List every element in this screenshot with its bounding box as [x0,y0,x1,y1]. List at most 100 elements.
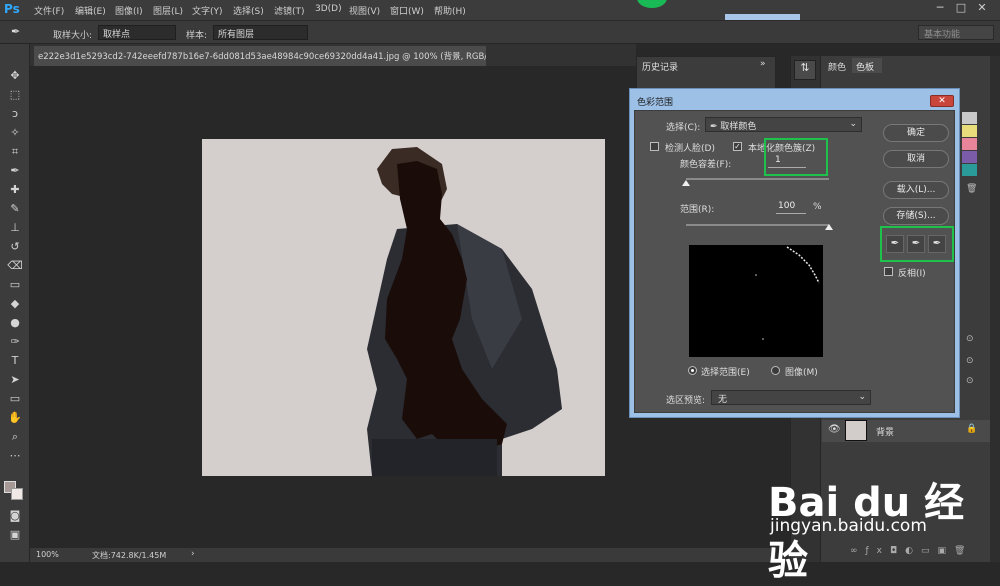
swatch[interactable] [962,112,977,124]
quick-mask-icon[interactable]: ◙ [7,508,23,523]
type-tool-icon[interactable]: T [7,353,23,368]
color-tab[interactable]: 颜色 [828,60,846,73]
path-select-icon[interactable]: ➤ [7,372,23,387]
sample-size-select[interactable]: 取样点 [98,25,176,40]
selection-preview-select[interactable]: 无 ⌄ [711,390,871,405]
eyedropper-subtract-icon[interactable]: ✒ [928,235,946,253]
fuzziness-slider[interactable] [686,178,829,180]
document-tab[interactable]: e222e3d1e5293cd2-742eeefd787b16e7-6dd081… [34,46,486,66]
save-button[interactable]: 存储(S)... [883,207,949,225]
gradient-tool-icon[interactable]: ▭ [7,277,23,292]
sample-size-label: 取样大小: [53,31,93,41]
swatches-tab[interactable]: 色板 [852,58,882,73]
selection-preview[interactable] [689,245,823,357]
panel-collapse-icon[interactable]: » [760,59,766,69]
document-info[interactable]: 文档:742.8K/1.45M [92,550,166,561]
localized-clusters-checkbox[interactable]: ✓ [733,142,742,151]
range-slider-handle[interactable] [825,224,833,230]
zoom-tool-icon[interactable]: ⌕ [7,429,23,444]
preview-selection-mask [689,245,823,357]
menu-select[interactable]: 选择(S) [233,4,264,17]
fuzziness-slider-handle[interactable] [682,180,690,186]
menu-view[interactable]: 视图(V) [349,4,380,17]
dialog-close-button[interactable]: ✕ [930,95,954,107]
sample-select[interactable]: 所有图层 [213,25,308,40]
background-color-swatch[interactable] [11,488,23,500]
menu-image[interactable]: 图像(I) [115,4,143,17]
more-tools-icon[interactable]: ⋯ [7,448,23,463]
trash-icon[interactable]: 🗑 [966,184,977,194]
pen-tool-icon[interactable]: ✑ [7,334,23,349]
swatch[interactable] [962,164,977,176]
swatch[interactable] [962,138,977,150]
menu-filter[interactable]: 滤镜(T) [274,4,305,17]
menu-help[interactable]: 帮助(H) [434,4,466,17]
menu-edit[interactable]: 编辑(E) [75,4,106,17]
photoshop-logo: Ps [4,2,20,16]
chevron-down-icon: ⌄ [858,392,866,402]
eyedropper-icon[interactable]: ✒ [886,235,904,253]
range-label: 范围(R): [680,205,715,215]
eraser-tool-icon[interactable]: ⌫ [7,258,23,273]
cancel-button[interactable]: 取消 [883,150,949,168]
eye-icon[interactable]: 👁 [828,424,841,435]
menu-layer[interactable]: 图层(L) [153,4,183,17]
chevron-down-icon: ⌄ [849,119,857,129]
panel-toggle-icon[interactable]: ⇅ [794,60,816,80]
marquee-tool-icon[interactable]: ⬚ [7,87,23,102]
fuzziness-label: 颜色容差(F): [680,160,732,170]
eyedropper-add-icon[interactable]: ✒ [907,235,925,253]
dodge-tool-icon[interactable]: ● [7,315,23,330]
range-unit: % [813,202,822,212]
lasso-tool-icon[interactable]: ↄ [7,106,23,121]
layer-lock-icon: 🔒 [966,424,978,434]
menu-window[interactable]: 窗口(W) [390,4,424,17]
history-tab[interactable]: 历史记录 [642,60,678,73]
invert-label: 反相(I) [898,269,926,279]
selection-radio-label: 选择范围(E) [701,368,750,378]
canvas-image[interactable] [202,139,605,476]
image-radio[interactable] [771,366,780,375]
hand-tool-icon[interactable]: ✋ [7,410,23,425]
swatch[interactable] [962,125,977,137]
close-button[interactable]: ✕ [974,1,990,17]
swatch[interactable] [962,151,977,163]
link-icon: ⊙ [966,356,974,366]
baidu-watermark-url: jingyan.baidu.com [770,516,927,536]
healing-tool-icon[interactable]: ✚ [7,182,23,197]
zoom-level[interactable]: 100% [36,550,59,559]
shape-tool-icon[interactable]: ▭ [7,391,23,406]
minimize-button[interactable]: ─ [932,1,948,17]
stamp-tool-icon[interactable]: ⊥ [7,220,23,235]
screen-mode-icon[interactable]: ▣ [7,527,23,542]
selection-radio[interactable] [688,366,697,375]
move-tool-icon[interactable]: ✥ [7,68,23,83]
blur-tool-icon[interactable]: ◆ [7,296,23,311]
magic-wand-icon[interactable]: ✧ [7,125,23,140]
lock-icon: ⊙ [966,334,974,344]
select-dropdown[interactable]: ✒ 取样颜色 ⌄ [705,117,862,132]
menu-3d[interactable]: 3D(D) [315,4,342,14]
maximize-button[interactable]: □ [953,1,969,17]
detect-faces-checkbox[interactable] [650,142,659,151]
crop-tool-icon[interactable]: ⌗ [7,144,23,159]
menu-file[interactable]: 文件(F) [34,4,64,17]
photo-illustration [202,139,605,476]
workspace-select[interactable]: 基本功能 [918,25,994,40]
brush-tool-icon[interactable]: ✎ [7,201,23,216]
load-button[interactable]: 载入(L)... [883,181,949,199]
eyedropper-tool-icon[interactable]: ✒ [7,163,23,178]
status-arrow-icon[interactable]: › [191,549,195,559]
range-slider[interactable] [686,224,829,226]
range-input[interactable]: 100 [776,200,806,214]
image-radio-label: 图像(M) [785,368,818,378]
menu-type[interactable]: 文字(Y) [192,4,223,17]
select-value: 取样颜色 [720,122,757,132]
ok-button[interactable]: 确定 [883,124,949,142]
invert-checkbox[interactable] [884,267,893,276]
menu-bar [0,0,1000,21]
preview-select-value: 无 [718,395,728,405]
history-brush-icon[interactable]: ↺ [7,239,23,254]
layer-name: 背景 [876,428,895,438]
eyedropper-icon[interactable]: ✒ [11,25,27,39]
